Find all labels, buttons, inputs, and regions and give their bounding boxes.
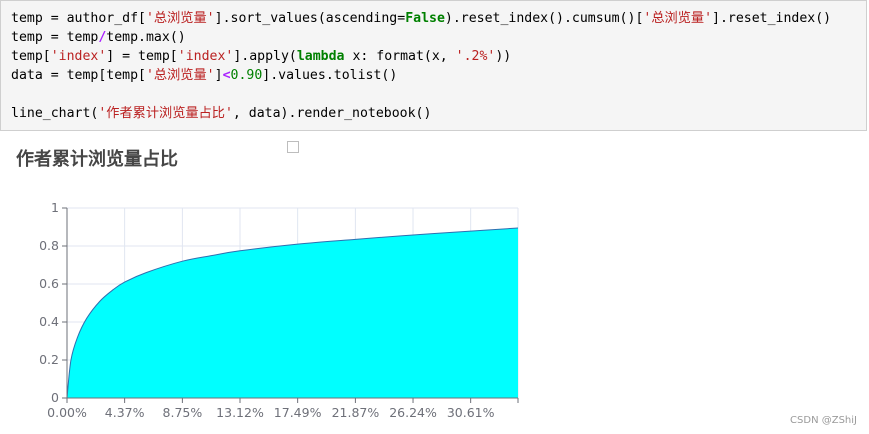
x-tick-label: 30.61%: [447, 405, 495, 420]
x-tick-label: 17.49%: [274, 405, 322, 420]
y-tick-label: 0.6: [39, 276, 59, 291]
x-tick-label: 4.37%: [105, 405, 145, 420]
y-tick-label: 0.2: [39, 352, 59, 367]
x-tick-label: 13.12%: [216, 405, 264, 420]
x-tick-label: 0.00%: [47, 405, 87, 420]
x-tick-label: 21.87%: [332, 405, 380, 420]
y-tick-label: 0.4: [39, 314, 59, 329]
area-chart: 0 0.2 0.4 0.6 0.8 1 0.00% 4.37% 8.75% 13.12% 17.49…: [39, 200, 519, 420]
watermark: CSDN @ZShiJ: [790, 415, 857, 426]
area-fill: [67, 227, 518, 398]
x-tick-label: 8.75%: [163, 405, 203, 420]
y-tick-label: 0.8: [39, 238, 59, 253]
x-tick-label: 26.24%: [389, 405, 437, 420]
y-tick-label: 0: [51, 390, 59, 405]
y-tick-label: 1: [51, 200, 59, 215]
